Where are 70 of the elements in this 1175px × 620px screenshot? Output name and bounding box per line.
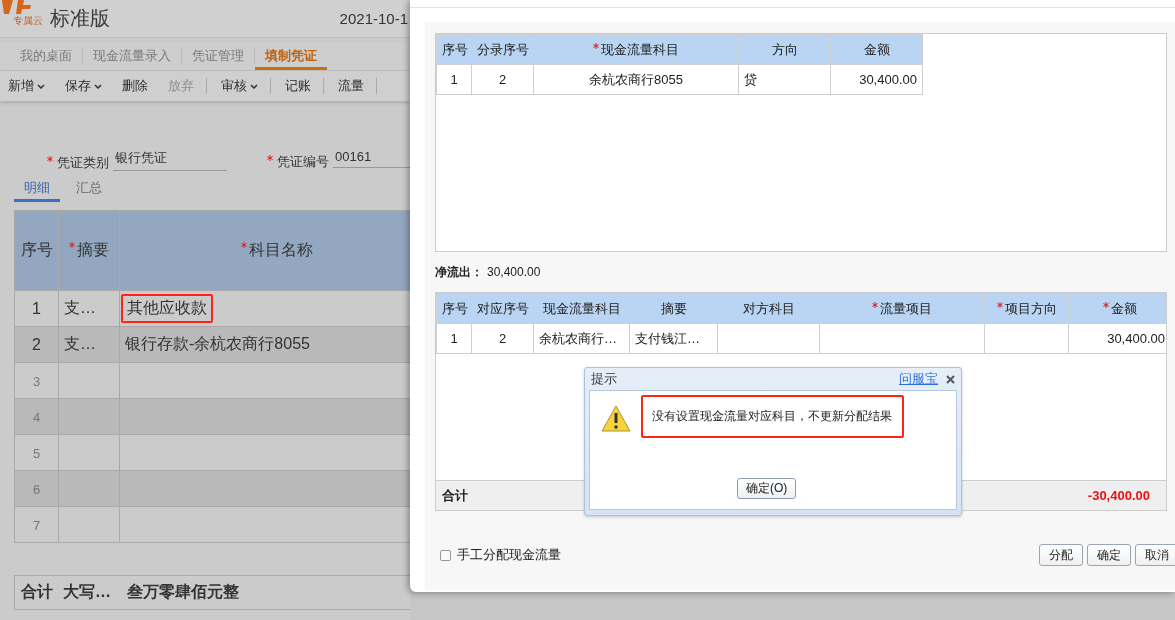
toolbar-button[interactable]: 审核 bbox=[213, 77, 264, 95]
table-cell: 30,400.00 bbox=[859, 72, 917, 87]
column-header: 摘要 bbox=[77, 241, 109, 258]
amount-in-words: 叁万零肆佰元整 bbox=[127, 582, 239, 602]
column-header: 分录序号 bbox=[477, 41, 529, 57]
table-cell: 支… bbox=[64, 299, 96, 316]
row-number: 1 bbox=[32, 299, 41, 317]
table-cell: 支付钱江… bbox=[635, 330, 700, 346]
totals-label: 合计 bbox=[21, 582, 53, 602]
column-header: 序号 bbox=[20, 241, 53, 258]
row-number: 6 bbox=[32, 481, 41, 497]
tab[interactable]: 明细 bbox=[14, 178, 60, 202]
row-number: 2 bbox=[32, 335, 41, 353]
row-number: 5 bbox=[32, 445, 41, 461]
column-header: 科目名称 bbox=[249, 241, 313, 258]
close-icon[interactable] bbox=[946, 374, 955, 384]
input-field[interactable]: 银行凭证 bbox=[113, 149, 227, 171]
dialog-button[interactable]: 取消 bbox=[1135, 544, 1175, 566]
toolbar-button[interactable]: 删除 bbox=[114, 77, 154, 95]
table-cell: 其他应收款 bbox=[127, 299, 207, 316]
warning-icon bbox=[601, 405, 631, 432]
logo-icon bbox=[0, 0, 34, 14]
toolbar-button[interactable]: 保存 bbox=[57, 77, 108, 95]
column-header: 对应序号 bbox=[477, 300, 529, 316]
net-outflow-label: 净流出： bbox=[435, 263, 483, 281]
row-number: 3 bbox=[32, 373, 41, 389]
net-outflow-value: 30,400.00 bbox=[487, 265, 541, 279]
table-cell: 2 bbox=[498, 72, 507, 87]
table-cell: 1 bbox=[450, 72, 458, 87]
row-number: 4 bbox=[32, 409, 41, 425]
column-header: 流量项目 bbox=[880, 300, 932, 316]
table-cell: 余杭农商行… bbox=[539, 330, 617, 346]
help-link[interactable]: 问服宝 bbox=[899, 370, 938, 388]
message-text: 没有设置现金流量对应科目，不更新分配结果 bbox=[641, 395, 904, 438]
date-text: 2021-10-1 bbox=[339, 10, 408, 27]
logo-text: 专属云 bbox=[13, 14, 43, 28]
table-cell: 30,400.00 bbox=[1107, 331, 1165, 346]
column-header: 现金流量科目 bbox=[542, 300, 621, 316]
table-cell: 余杭农商行8055 bbox=[589, 71, 683, 87]
total-label: 合计 bbox=[442, 486, 468, 505]
column-header: 方向 bbox=[771, 41, 798, 57]
total-value: -30,400.00 bbox=[1087, 488, 1150, 503]
checkbox[interactable] bbox=[440, 549, 451, 561]
column-header: 金额 bbox=[1110, 300, 1137, 316]
table-cell: 支… bbox=[64, 335, 96, 352]
dialog-button[interactable]: 分配 bbox=[1039, 544, 1083, 566]
row-number: 7 bbox=[32, 517, 41, 533]
tab[interactable]: 汇总 bbox=[66, 178, 112, 202]
uppercase-label: 大写… bbox=[63, 582, 111, 602]
toolbar-button[interactable]: 新增 bbox=[0, 77, 51, 95]
field-label: 凭证类别 bbox=[57, 154, 109, 172]
toolbar-button[interactable]: 流量 bbox=[330, 77, 370, 95]
checkbox-label: 手工分配现金流量 bbox=[457, 546, 561, 564]
ok-button[interactable]: 确定(O) bbox=[737, 478, 797, 499]
column-header: 序号 bbox=[442, 41, 468, 57]
dialog-button[interactable]: 确定 bbox=[1087, 544, 1131, 566]
toolbar-button[interactable]: 记账 bbox=[277, 77, 317, 95]
edition-title: 标准版 bbox=[50, 6, 110, 31]
table-cell: 银行存款-余杭农商行8055 bbox=[125, 335, 310, 352]
table-cell: 2 bbox=[498, 331, 507, 346]
column-header: 项目方向 bbox=[1004, 300, 1057, 316]
column-header: 序号 bbox=[442, 300, 468, 316]
field-label: 凭证编号 bbox=[277, 153, 329, 171]
column-header: 现金流量科目 bbox=[601, 41, 679, 57]
column-header: 金额 bbox=[863, 41, 890, 57]
table-cell: 贷 bbox=[744, 71, 757, 87]
table-cell: 1 bbox=[450, 331, 458, 346]
column-header: 摘要 bbox=[660, 300, 687, 316]
dialog-title: 提示 bbox=[591, 370, 617, 388]
column-header: 对方科目 bbox=[742, 300, 795, 316]
